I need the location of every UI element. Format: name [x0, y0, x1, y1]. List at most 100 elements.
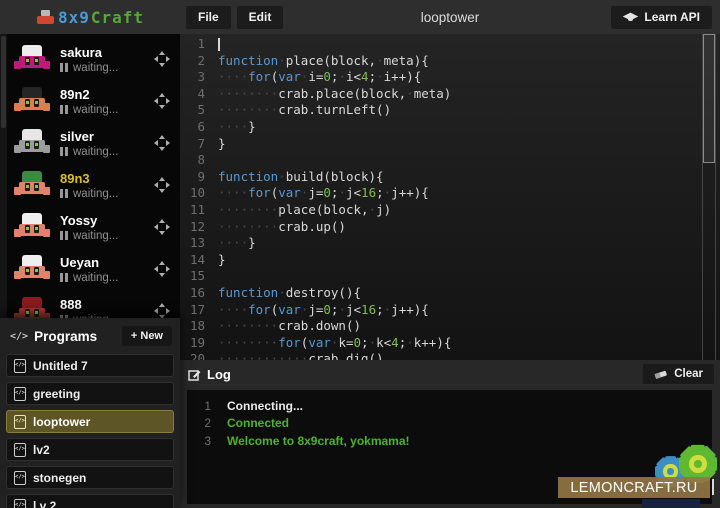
code-line: 14 } — [180, 252, 720, 269]
line-content: } — [218, 252, 720, 269]
learn-api-label: Learn API — [644, 10, 700, 24]
player-list-item[interactable]: 89n2 waiting... — [0, 80, 180, 122]
crab-avatar-icon — [14, 296, 50, 318]
pause-icon — [60, 105, 68, 114]
move-icon[interactable] — [154, 261, 170, 277]
log-entry-text: Connecting... — [227, 399, 303, 413]
program-name: looptower — [33, 415, 90, 429]
log-entry-text: Connected — [227, 416, 289, 430]
eraser-icon — [654, 369, 668, 380]
line-number: 20 — [180, 351, 218, 360]
code-line: 11 ········place(block,·j) — [180, 202, 720, 219]
line-number: 4 — [180, 86, 218, 103]
code-line: 15 — [180, 268, 720, 285]
crab-avatar-icon — [14, 86, 50, 116]
program-name: stonegen — [33, 471, 86, 485]
player-list-item[interactable]: 89n3 waiting... — [0, 164, 180, 206]
program-list-item[interactable]: stonegen — [6, 466, 174, 489]
code-line: 8 — [180, 152, 720, 169]
code-line: 9 function·build(block){ — [180, 169, 720, 186]
crab-logo-icon — [36, 10, 55, 24]
clear-log-button[interactable]: Clear — [643, 364, 714, 384]
line-content: ····for(var·i=0;·i<4;·i++){ — [218, 69, 720, 86]
pause-icon — [60, 189, 68, 198]
player-status: waiting... — [60, 188, 118, 200]
player-status: waiting... — [60, 272, 118, 284]
file-menu-button[interactable]: File — [186, 6, 231, 29]
player-list-item[interactable]: sakura waiting... — [0, 38, 180, 80]
player-name: silver — [60, 129, 118, 144]
program-list-item[interactable]: Untitled 7 — [6, 354, 174, 377]
crab-avatar-icon — [14, 212, 50, 242]
code-line: 5 ········crab.turnLeft() — [180, 102, 720, 119]
move-icon[interactable] — [154, 303, 170, 318]
learn-api-button[interactable]: Learn API — [611, 6, 712, 29]
line-content: } — [218, 136, 720, 153]
log-entry-text: Welcome to 8x9craft, yokmama! — [227, 434, 410, 448]
line-content: function·build(block){ — [218, 169, 720, 186]
new-program-button[interactable]: + New — [122, 326, 172, 346]
line-number: 5 — [180, 102, 218, 119]
line-number: 19 — [180, 335, 218, 352]
program-list-item[interactable]: greeting — [6, 382, 174, 405]
code-line: 18 ········crab.down() — [180, 318, 720, 335]
line-number: 17 — [180, 302, 218, 319]
move-icon[interactable] — [154, 177, 170, 193]
player-name: Yossy — [60, 213, 118, 228]
player-status-text: waiting... — [73, 188, 118, 200]
log-entry-number: 3 — [187, 434, 227, 448]
player-name: sakura — [60, 45, 118, 60]
editor-scrollbar[interactable] — [703, 34, 715, 163]
player-list-item[interactable]: 888 waiting... — [0, 290, 180, 318]
clear-label: Clear — [674, 368, 703, 380]
program-list-item[interactable]: lv2 — [6, 438, 174, 461]
player-status: waiting... — [60, 230, 118, 242]
program-name: Untitled 7 — [33, 359, 88, 373]
code-line: 3 ····for(var·i=0;·i<4;·i++){ — [180, 69, 720, 86]
line-content: ········for(var·k=0;·k<4;·k++){ — [218, 335, 720, 352]
code-line: 16 function·destroy(){ — [180, 285, 720, 302]
log-output: 1 Connecting... 2 Connected 3 Welcome to… — [187, 390, 712, 504]
line-number: 13 — [180, 235, 218, 252]
programs-list: Untitled 7 greeting looptower lv2 stoneg… — [0, 354, 180, 508]
line-number: 3 — [180, 69, 218, 86]
move-icon[interactable] — [154, 51, 170, 67]
pause-icon — [60, 231, 68, 240]
log-pencil-icon — [188, 368, 201, 381]
program-list-item[interactable]: looptower — [6, 410, 174, 433]
move-icon[interactable] — [154, 135, 170, 151]
player-list-item[interactable]: silver waiting... — [0, 122, 180, 164]
player-name: 888 — [60, 297, 118, 312]
code-line: 12 ········crab.up() — [180, 219, 720, 236]
log-panel: Log Clear 1 Connecting... 2 Connected 3 … — [180, 360, 720, 508]
line-number: 7 — [180, 136, 218, 153]
code-editor[interactable]: 1 2 function·place(block,·meta){ 3 ····f… — [180, 34, 720, 360]
log-header: Log Clear — [180, 360, 720, 389]
player-status-text: waiting... — [73, 230, 118, 242]
line-number: 14 — [180, 252, 218, 269]
code-line: 20 ············crab.dig() — [180, 351, 720, 360]
file-code-icon — [14, 359, 26, 373]
line-content — [218, 36, 720, 53]
log-entry: 2 Connected — [187, 415, 712, 433]
programs-title: Programs — [34, 329, 97, 344]
move-icon[interactable] — [154, 93, 170, 109]
code-line: 2 function·place(block,·meta){ — [180, 53, 720, 70]
code-line: 1 — [180, 36, 720, 53]
crab-avatar-icon — [14, 170, 50, 200]
edit-menu-button[interactable]: Edit — [237, 6, 284, 29]
file-code-icon — [14, 443, 26, 457]
line-number: 12 — [180, 219, 218, 236]
line-content — [218, 268, 720, 285]
program-list-item[interactable]: l v 2 — [6, 494, 174, 508]
player-list-item[interactable]: Ueyan waiting... — [0, 248, 180, 290]
move-icon[interactable] — [154, 219, 170, 235]
code-line: 10 ····for(var·j=0;·j<16;·j++){ — [180, 185, 720, 202]
line-number: 6 — [180, 119, 218, 136]
pause-icon — [60, 273, 68, 282]
line-number: 9 — [180, 169, 218, 186]
player-list-item[interactable]: Yossy waiting... — [0, 206, 180, 248]
topbar: 8x9 Craft File Edit looptower Learn API — [0, 0, 720, 34]
player-list: sakura waiting... 89n2 waiting... — [0, 34, 180, 318]
editor-scrollbar-track — [702, 34, 716, 360]
